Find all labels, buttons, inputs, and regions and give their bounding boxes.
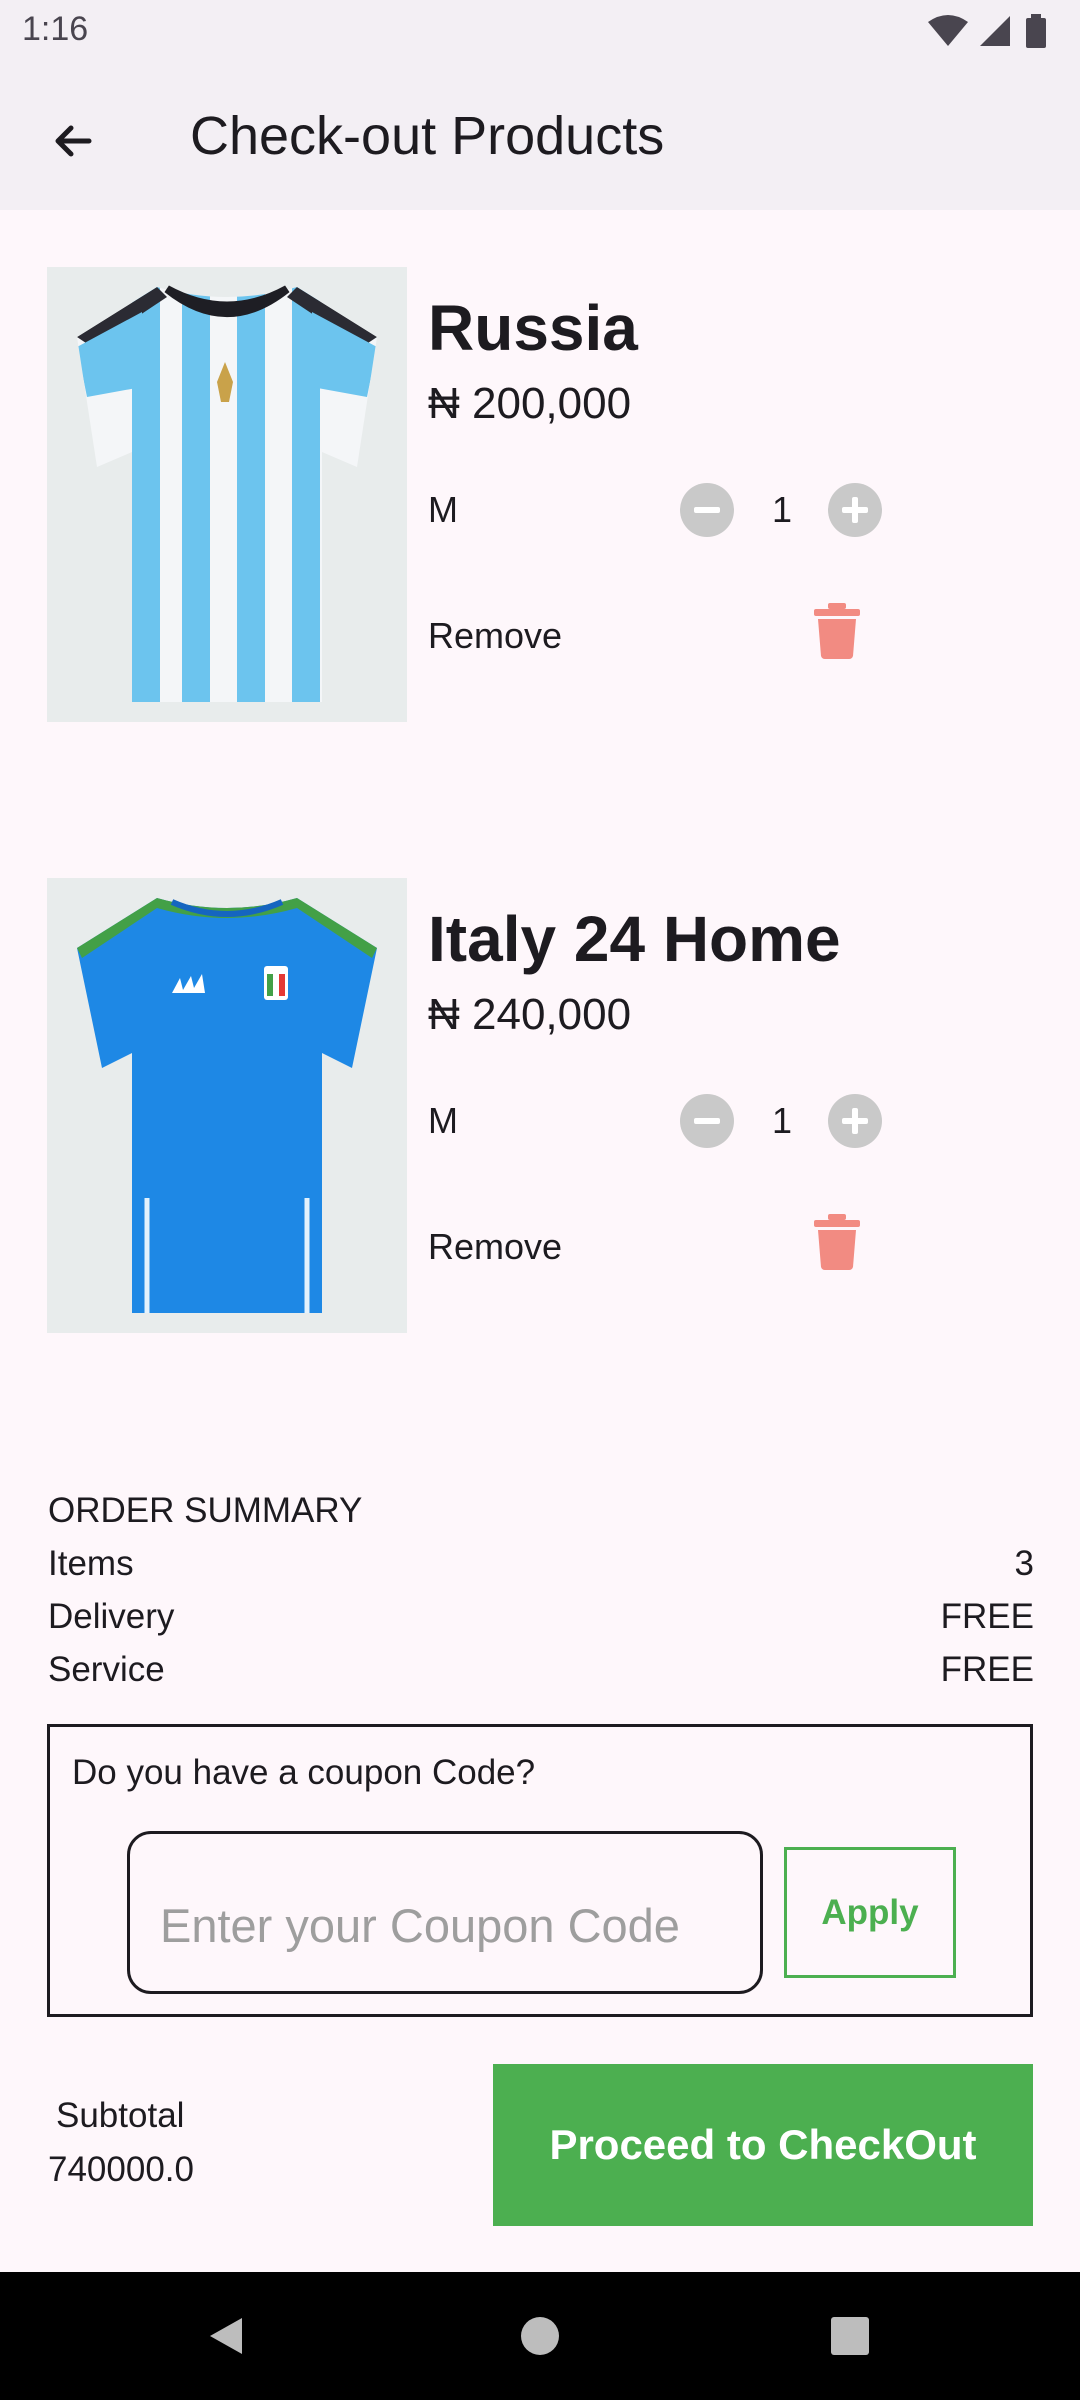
coupon-question: Do you have a coupon Code? xyxy=(72,1753,536,1792)
battery-icon xyxy=(1026,18,1046,48)
subtotal-value: 740000.0 xyxy=(48,2150,194,2189)
product-name: Russia xyxy=(428,292,638,364)
summary-label: Delivery xyxy=(48,1597,175,1636)
summary-row-delivery: Delivery FREE xyxy=(48,1590,1034,1643)
status-bar: 1:16 xyxy=(0,0,1080,64)
summary-value: FREE xyxy=(940,1597,1034,1636)
summary-heading: ORDER SUMMARY xyxy=(48,1491,363,1530)
product-image xyxy=(47,878,407,1333)
remove-label[interactable]: Remove xyxy=(428,1226,562,1268)
wifi-icon xyxy=(928,15,968,46)
quantity-value: 1 xyxy=(771,489,793,530)
status-time: 1:16 xyxy=(22,10,89,48)
signal-icon xyxy=(980,16,1010,46)
product-name: Italy 24 Home xyxy=(428,903,841,975)
coupon-input[interactable] xyxy=(127,1831,763,1994)
product-card: Italy 24 Home ₦ 240,000 M 1 Remove xyxy=(0,878,1080,1334)
jersey-image xyxy=(77,285,377,702)
nav-back-button[interactable] xyxy=(196,2306,256,2366)
app-bar: Check-out Products xyxy=(0,64,1080,210)
trash-icon[interactable] xyxy=(812,1214,862,1270)
summary-row-service: Service FREE xyxy=(48,1643,1034,1696)
remove-label[interactable]: Remove xyxy=(428,615,562,657)
apply-coupon-button[interactable]: Apply xyxy=(784,1847,956,1978)
summary-label: Items xyxy=(48,1544,134,1583)
trash-icon[interactable] xyxy=(812,603,862,659)
system-navigation-bar xyxy=(0,2272,1080,2400)
coupon-section: Do you have a coupon Code? Apply xyxy=(47,1724,1033,2017)
circle-home-icon xyxy=(521,2317,559,2355)
decrease-quantity-button[interactable] xyxy=(680,483,734,537)
arrow-left-icon xyxy=(55,125,92,157)
summary-heading-row: ORDER SUMMARY xyxy=(48,1484,1034,1537)
summary-label: Service xyxy=(48,1650,165,1689)
summary-value: FREE xyxy=(940,1650,1034,1689)
page-title: Check-out Products xyxy=(190,106,665,166)
order-summary: ORDER SUMMARY Items 3 Delivery FREE Serv… xyxy=(48,1484,1034,1696)
product-size: M xyxy=(428,489,458,530)
increase-quantity-button[interactable] xyxy=(828,483,882,537)
jersey-image xyxy=(77,898,377,1313)
increase-quantity-button[interactable] xyxy=(828,1094,882,1148)
summary-value: 3 xyxy=(1014,1544,1034,1583)
nav-home-button[interactable] xyxy=(510,2306,570,2366)
summary-row-items: Items 3 xyxy=(48,1537,1034,1590)
product-card: Russia ₦ 200,000 M 1 Remove xyxy=(0,267,1080,723)
product-price: ₦ 200,000 xyxy=(428,379,632,428)
back-button[interactable] xyxy=(36,104,110,178)
quantity-value: 1 xyxy=(771,1100,793,1141)
subtotal-label: Subtotal xyxy=(56,2096,185,2135)
square-recents-icon xyxy=(831,2317,869,2355)
decrease-quantity-button[interactable] xyxy=(680,1094,734,1148)
product-image xyxy=(47,267,407,722)
status-icons xyxy=(928,14,1046,48)
product-size: M xyxy=(428,1100,458,1141)
triangle-back-icon xyxy=(210,2318,242,2354)
nav-recents-button[interactable] xyxy=(820,2306,880,2366)
proceed-to-checkout-button[interactable]: Proceed to CheckOut xyxy=(493,2064,1033,2226)
product-price: ₦ 240,000 xyxy=(428,990,632,1039)
